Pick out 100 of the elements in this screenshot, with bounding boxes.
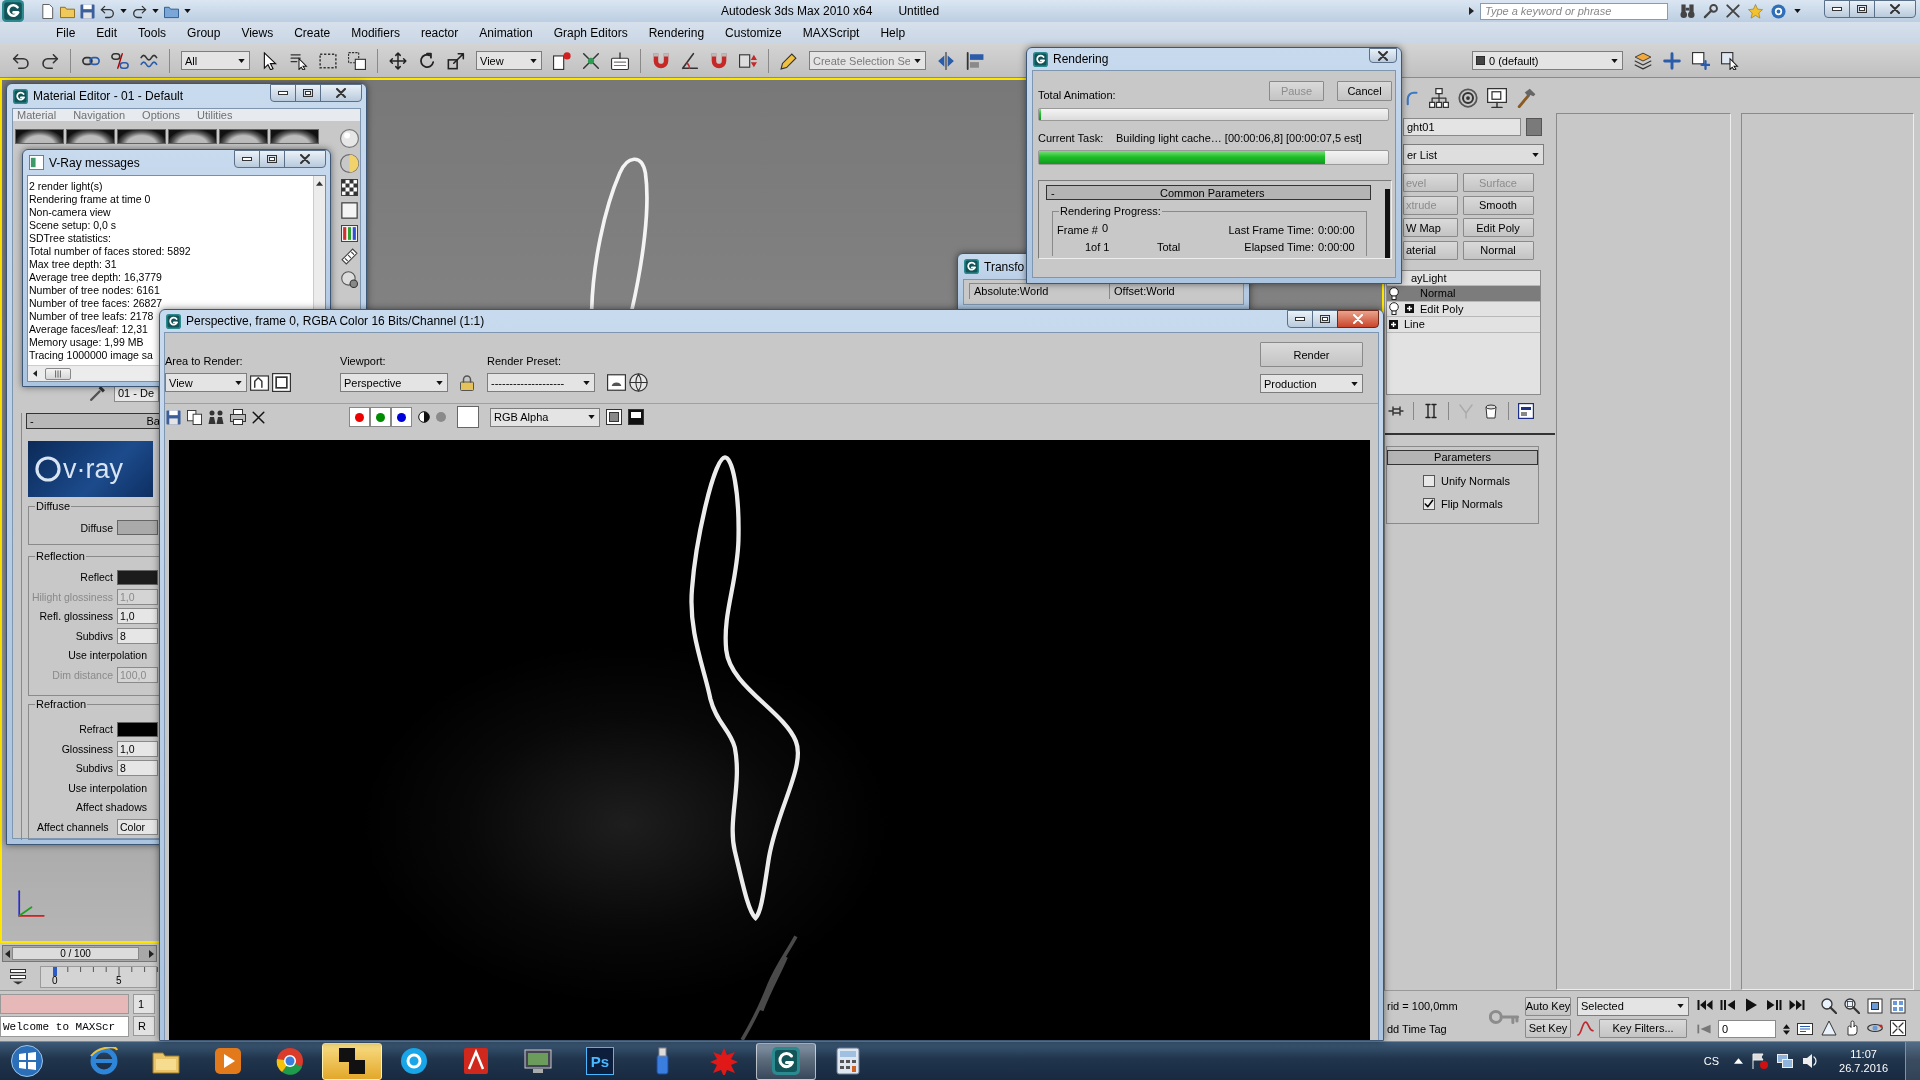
angle-icon[interactable] [681, 51, 699, 70]
menu-item[interactable]: Modifiers [351, 26, 400, 40]
pixel-color-swatch[interactable] [457, 406, 479, 428]
checkbox[interactable] [1423, 474, 1435, 487]
spheres-icon[interactable] [340, 271, 358, 288]
rollout-header[interactable]: - Ba [26, 413, 160, 429]
vertical-scrollbar[interactable] [1385, 189, 1390, 258]
star-icon[interactable] [1748, 3, 1763, 19]
form-icon[interactable] [1518, 403, 1534, 419]
move-icon[interactable] [389, 51, 407, 70]
hammer-icon[interactable] [1516, 88, 1536, 108]
timeline-bar[interactable]: 0 / 100 [2, 945, 157, 962]
screen-icon[interactable] [628, 409, 644, 425]
vertical-scrollbar[interactable] [313, 176, 325, 309]
menu-item[interactable]: Create [294, 26, 331, 40]
menu-item[interactable]: reactor [420, 26, 459, 40]
window-icon[interactable] [29, 155, 44, 170]
key-filters-button[interactable]: Key Filters... [1599, 1018, 1687, 1038]
monitor-icon[interactable] [1487, 88, 1507, 108]
dashed-rectangle-icon[interactable] [319, 51, 337, 70]
menu-item[interactable]: Graph Editors [553, 26, 628, 40]
go-to-start-icon[interactable] [1697, 997, 1713, 1013]
speaker-icon[interactable] [1802, 1053, 1819, 1069]
copy-icon[interactable] [187, 409, 202, 425]
app-icon[interactable] [13, 88, 28, 104]
cursor-icon[interactable] [261, 51, 279, 70]
area-dropdown[interactable]: View [165, 373, 247, 392]
pillars-icon[interactable] [1423, 403, 1439, 419]
scroll-thumb[interactable] [45, 367, 71, 380]
close-button[interactable] [1337, 310, 1379, 328]
maxscript-output-field[interactable]: Welcome to MAXScr [0, 1016, 129, 1037]
menu-item[interactable]: Navigation [73, 109, 126, 121]
broken-link-icon[interactable] [111, 51, 129, 70]
up-arrow-icon[interactable] [1734, 1058, 1744, 1064]
minimize-button[interactable] [1824, 0, 1850, 18]
pivot-icon[interactable] [553, 51, 571, 70]
expand-corners-icon[interactable] [1890, 1020, 1906, 1036]
menu-item[interactable]: Help [880, 26, 906, 40]
lightbulb-icon[interactable] [1389, 286, 1399, 300]
close-button[interactable] [1874, 0, 1916, 18]
print-icon[interactable] [230, 409, 246, 425]
modifier-button[interactable]: aterial [1403, 240, 1458, 260]
show-desktop-button[interactable] [1905, 1042, 1920, 1080]
lightbulb-icon[interactable] [1389, 302, 1399, 316]
framed-square-icon[interactable] [1867, 998, 1883, 1014]
inset-square-icon[interactable] [606, 409, 622, 425]
new-file-icon[interactable] [40, 3, 55, 19]
color-bars-icon[interactable] [340, 225, 358, 242]
scroll-left-icon[interactable] [33, 370, 37, 377]
language-indicator[interactable]: CS [1703, 1055, 1720, 1067]
manipulate-icon[interactable] [582, 51, 600, 70]
magnifier-icon[interactable] [1703, 3, 1718, 19]
right-arrow-icon[interactable] [149, 949, 154, 958]
scale-icon[interactable] [447, 51, 465, 70]
people-icon[interactable] [208, 409, 224, 425]
menu-item[interactable]: Material [17, 109, 57, 121]
close-button[interactable] [1369, 48, 1397, 63]
eyedropper-icon[interactable] [89, 384, 106, 402]
expand-arrow-icon[interactable] [1469, 7, 1474, 15]
grid-squares-icon[interactable] [1890, 998, 1906, 1014]
menu-item[interactable]: Rendering [648, 26, 705, 40]
color-swatch[interactable] [117, 569, 158, 585]
modifier-stack-item[interactable]: Edit Poly [1387, 301, 1540, 317]
app-icon[interactable] [1033, 51, 1048, 67]
clear-icon[interactable] [252, 410, 265, 424]
magnet-icon[interactable] [710, 51, 728, 70]
object-name-field[interactable]: ght01 [1403, 118, 1521, 136]
mirror-icon[interactable] [937, 51, 955, 70]
lit-sphere-icon[interactable] [339, 154, 359, 173]
selection-filter-dropdown[interactable]: All [181, 51, 250, 70]
auto-key-button[interactable]: Auto Key [1525, 996, 1571, 1016]
menu-item[interactable]: Edit [96, 26, 118, 40]
app-icon[interactable] [2, 0, 24, 22]
modifier-stack-item[interactable]: Normal [1387, 286, 1540, 302]
close-button[interactable] [284, 150, 326, 168]
color-swatch[interactable] [117, 520, 158, 536]
add-time-tag-button[interactable]: dd Time Tag [1387, 1022, 1483, 1035]
window-crossing-icon[interactable] [348, 51, 366, 70]
minimize-button[interactable] [234, 150, 260, 168]
checkbox[interactable] [1423, 497, 1435, 510]
arc-icon[interactable] [1406, 90, 1420, 106]
list-window-icon[interactable] [1797, 1021, 1813, 1037]
menu-item[interactable]: Group [187, 26, 221, 40]
render-button[interactable]: Render [1260, 342, 1363, 367]
curve-icon[interactable] [1577, 1019, 1594, 1037]
zoom-icon[interactable] [1844, 998, 1860, 1014]
play-icon[interactable] [1743, 997, 1759, 1013]
current-frame-field[interactable]: 0 [1718, 1020, 1776, 1038]
skip-back-icon[interactable] [1697, 1022, 1711, 1036]
menu-item[interactable]: Animation [479, 26, 533, 40]
maxscript-input-field[interactable] [0, 994, 129, 1014]
monochrome-icon[interactable] [418, 411, 430, 423]
rotate-icon[interactable] [418, 51, 436, 70]
spinner-field[interactable]: 1,0 [117, 740, 158, 757]
sample-slot[interactable] [15, 129, 64, 144]
menu-item[interactable]: Customize [725, 26, 782, 40]
close-button[interactable] [320, 84, 362, 102]
menu-item[interactable]: MAXScript [802, 26, 860, 40]
next-frame-icon[interactable] [1766, 997, 1782, 1013]
clock-date[interactable]: 26.7.2016 [1839, 1061, 1888, 1075]
